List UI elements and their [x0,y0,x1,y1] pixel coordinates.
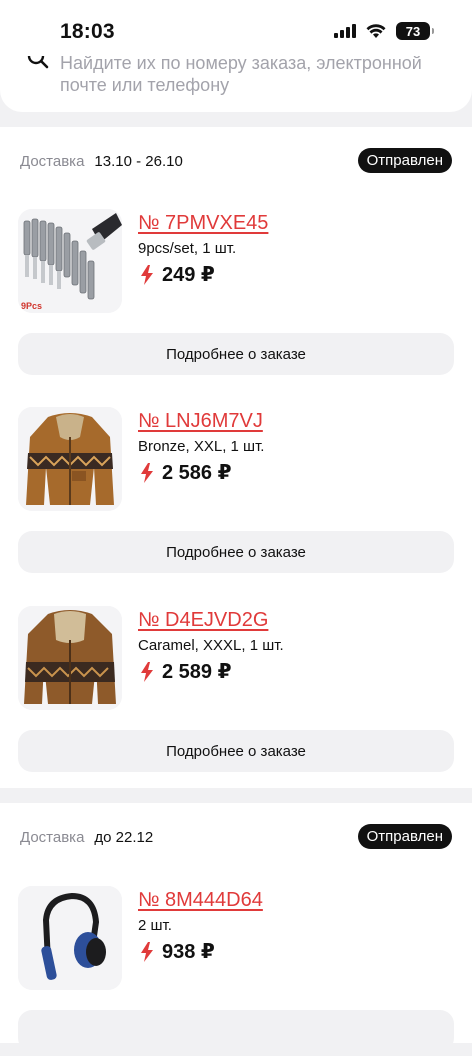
delivery-label: Доставка [20,153,85,170]
thumb-badge: 9Pcs [21,301,42,311]
order-price: 938 ₽ [162,941,215,963]
delivery-group: Доставка 13.10 - 26.10 Отправлен 9Pcs № … [0,127,472,788]
product-image-jacket [18,407,122,511]
product-image-jacket [18,606,122,710]
bolt-icon [141,264,153,285]
status-badge: Отправлен [357,148,452,173]
product-thumbnail[interactable]: 9Pcs [18,209,122,313]
delivery-label: Доставка [20,829,85,846]
order-number-link[interactable]: № 7PMVXE45 [138,212,268,235]
delivery-dates: до 22.12 [94,829,154,846]
bolt-icon [141,462,153,483]
search-hint: Найдите их по номеру заказа, электронной… [60,53,422,95]
order-details-button[interactable]: Подробнее о заказе [18,730,454,772]
battery-icon: 73 [396,22,434,40]
bolt-icon [141,661,153,682]
product-thumbnail[interactable] [18,886,122,990]
delivery-dates: 13.10 - 26.10 [94,153,183,170]
order-details-button[interactable]: Подробнее о заказе [18,531,454,573]
order-card: № LNJ6M7VJ Bronze, XXL, 1 шт. 2 586 ₽ По… [0,407,472,577]
order-card: 9Pcs № 7PMVXE45 9pcs/set, 1 шт. 249 ₽ По… [0,209,472,379]
order-number-link[interactable]: № 8M444D64 [138,889,263,912]
status-time: 18:03 [60,20,115,43]
status-badge: Отправлен [357,824,452,849]
order-price: 249 ₽ [162,264,215,286]
order-number-link[interactable]: № D4EJVD2G [138,609,268,632]
bolt-icon [141,941,153,962]
order-details-button[interactable] [18,1010,454,1052]
product-thumbnail[interactable] [18,606,122,710]
order-price: 2 589 ₽ [162,661,232,683]
order-number-link[interactable]: № LNJ6M7VJ [138,410,263,433]
product-image-nut-drivers: 9Pcs [18,209,122,313]
product-thumbnail[interactable] [18,407,122,511]
order-variant: Caramel, XXXL, 1 шт. [138,637,284,654]
order-variant: Bronze, XXL, 1 шт. [138,438,265,455]
product-image-headphone [18,886,122,990]
order-card: № 8M444D64 2 шт. 938 ₽ [0,886,472,1056]
delivery-group: Доставка до 22.12 Отправлен № 8M444D64 2… [0,803,472,1052]
cellular-icon [334,24,356,38]
wifi-icon [366,23,386,38]
order-variant: 2 шт. [138,917,172,934]
order-card: № D4EJVD2G Caramel, XXXL, 1 шт. 2 589 ₽ … [0,606,472,776]
status-bar: 18:03 73 [0,0,472,56]
order-price: 2 586 ₽ [162,462,232,484]
order-details-button[interactable]: Подробнее о заказе [18,333,454,375]
order-variant: 9pcs/set, 1 шт. [138,240,237,257]
